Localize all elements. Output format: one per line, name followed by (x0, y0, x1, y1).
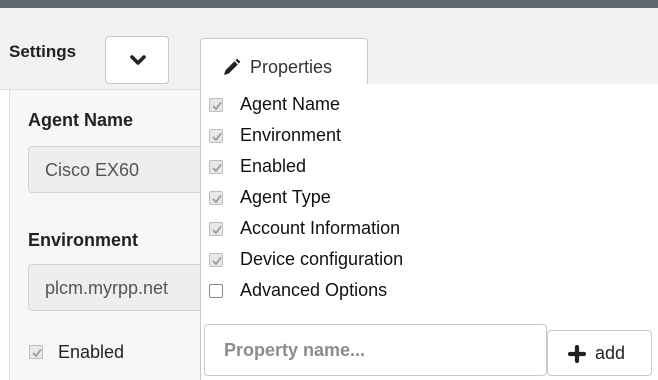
add-property-button[interactable]: add (547, 330, 652, 376)
property-item-device-configuration[interactable]: Device configuration (209, 244, 403, 275)
settings-header: Settings Properties (0, 8, 658, 92)
checkmark-icon (32, 349, 42, 357)
property-item-enabled[interactable]: Enabled (209, 151, 306, 182)
enabled-checkbox[interactable] (29, 345, 43, 359)
checkmark-icon (212, 194, 222, 203)
property-label: Account Information (240, 218, 401, 238)
toggle-settings-button[interactable] (105, 36, 169, 84)
checkmark-icon (212, 163, 222, 172)
pencil-icon (224, 58, 241, 75)
property-item-agent-name[interactable]: Agent Name (209, 89, 340, 120)
add-button-label: add (595, 343, 626, 363)
property-label: Environment (240, 125, 342, 145)
property-checkbox[interactable] (209, 128, 223, 143)
top-bar (0, 0, 658, 8)
chevron-down-icon (130, 55, 146, 65)
properties-dropdown: Agent Name Environment Enabled Agent Typ… (200, 84, 658, 380)
property-label: Enabled (240, 156, 307, 176)
plus-icon (568, 345, 586, 363)
property-checkbox[interactable] (209, 221, 223, 236)
property-item-account-information[interactable]: Account Information (209, 213, 400, 244)
checkmark-icon (212, 132, 222, 141)
property-item-agent-type[interactable]: Agent Type (209, 182, 331, 213)
properties-button-label: Properties (250, 57, 333, 77)
property-checkbox[interactable] (209, 190, 223, 205)
settings-title: Settings (9, 42, 77, 61)
environment-field[interactable]: plcm.myrpp.net (28, 264, 228, 311)
property-checkbox[interactable] (209, 252, 223, 267)
property-label: Device configuration (240, 249, 404, 269)
enabled-label: Enabled (58, 342, 125, 362)
environment-label: Environment (28, 230, 139, 250)
property-label: Advanced Options (240, 280, 388, 300)
property-checkbox[interactable] (209, 159, 223, 174)
property-item-environment[interactable]: Environment (209, 120, 341, 151)
checkmark-icon (212, 225, 222, 234)
checkmark-icon (212, 101, 222, 110)
settings-panel: Agent Name Cisco EX60 Environment plcm.m… (9, 90, 228, 380)
property-name-input[interactable]: Property name... (204, 324, 547, 376)
property-label: Agent Type (240, 187, 331, 207)
agent-name-label: Agent Name (28, 110, 134, 130)
property-checkbox[interactable] (209, 97, 223, 112)
property-checkbox[interactable] (209, 283, 223, 298)
property-item-advanced-options[interactable]: Advanced Options (209, 275, 387, 306)
checkmark-icon (212, 256, 222, 265)
agent-name-field[interactable]: Cisco EX60 (28, 146, 228, 193)
property-label: Agent Name (240, 94, 341, 114)
